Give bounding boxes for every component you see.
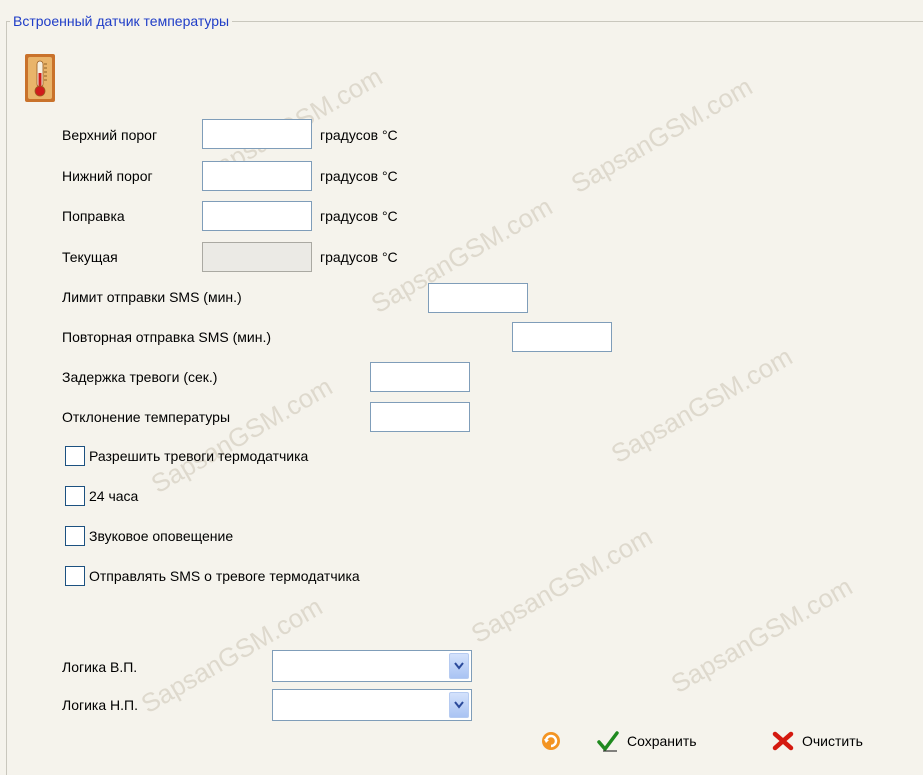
sms-repeat-input[interactable] <box>512 322 612 352</box>
lower-threshold-input[interactable] <box>202 161 312 191</box>
24h-checkbox[interactable] <box>65 486 85 506</box>
correction-input[interactable] <box>202 201 312 231</box>
current-temp-field <box>202 242 312 272</box>
send-sms-alarm-checkbox[interactable] <box>65 566 85 586</box>
refresh-button[interactable] <box>540 730 562 752</box>
clear-label: Очистить <box>802 733 863 749</box>
clear-button[interactable]: Очистить <box>772 730 863 752</box>
watermark-text: SapsanGSM.com <box>465 521 658 649</box>
red-x-icon <box>772 731 794 751</box>
watermark-text: SapsanGSM.com <box>665 571 858 699</box>
enable-thermo-alarm-label[interactable]: Разрешить тревоги термодатчика <box>89 446 308 466</box>
sms-limit-input[interactable] <box>428 283 528 313</box>
refresh-icon <box>542 732 560 750</box>
chevron-down-icon[interactable] <box>449 692 469 718</box>
thermometer-icon <box>25 54 55 102</box>
group-frame-left <box>6 21 7 775</box>
watermark-text: SapsanGSM.com <box>145 371 338 499</box>
current-temp-label: Текущая <box>62 249 118 265</box>
group-title: Встроенный датчик температуры <box>10 12 233 30</box>
send-sms-alarm-label[interactable]: Отправлять SMS о тревоге термодатчика <box>89 566 360 586</box>
chevron-down-icon[interactable] <box>449 653 469 679</box>
logic-upper-label: Логика В.П. <box>62 659 138 675</box>
sound-alert-checkbox[interactable] <box>65 526 85 546</box>
alarm-delay-input[interactable] <box>370 362 470 392</box>
sound-alert-label[interactable]: Звуковое оповещение <box>89 526 233 546</box>
24h-label[interactable]: 24 часа <box>89 486 138 506</box>
lower-threshold-unit: градусов °C <box>320 168 398 184</box>
correction-label: Поправка <box>62 208 125 224</box>
correction-unit: градусов °C <box>320 208 398 224</box>
upper-threshold-input[interactable] <box>202 119 312 149</box>
watermark-text: SapsanGSM.com <box>605 341 798 469</box>
watermark-text: SapsanGSM.com <box>565 71 758 199</box>
temp-deviation-label: Отклонение температуры <box>62 409 230 425</box>
upper-threshold-label: Верхний порог <box>62 127 158 143</box>
save-label: Сохранить <box>627 733 697 749</box>
enable-thermo-alarm-checkbox[interactable] <box>65 446 85 466</box>
logic-upper-select[interactable] <box>272 650 472 682</box>
upper-threshold-unit: градусов °C <box>320 127 398 143</box>
logic-lower-select[interactable] <box>272 689 472 721</box>
logic-lower-label: Логика Н.П. <box>62 697 138 713</box>
checkmark-icon <box>597 731 619 752</box>
alarm-delay-label: Задержка тревоги (сек.) <box>62 369 218 385</box>
sms-repeat-label: Повторная отправка SMS (мин.) <box>62 329 272 345</box>
lower-threshold-label: Нижний порог <box>62 168 153 184</box>
current-temp-unit: градусов °C <box>320 249 398 265</box>
sms-limit-label: Лимит отправки SMS (мин.) <box>62 289 242 305</box>
save-button[interactable]: Сохранить <box>597 730 697 752</box>
temp-deviation-input[interactable] <box>370 402 470 432</box>
